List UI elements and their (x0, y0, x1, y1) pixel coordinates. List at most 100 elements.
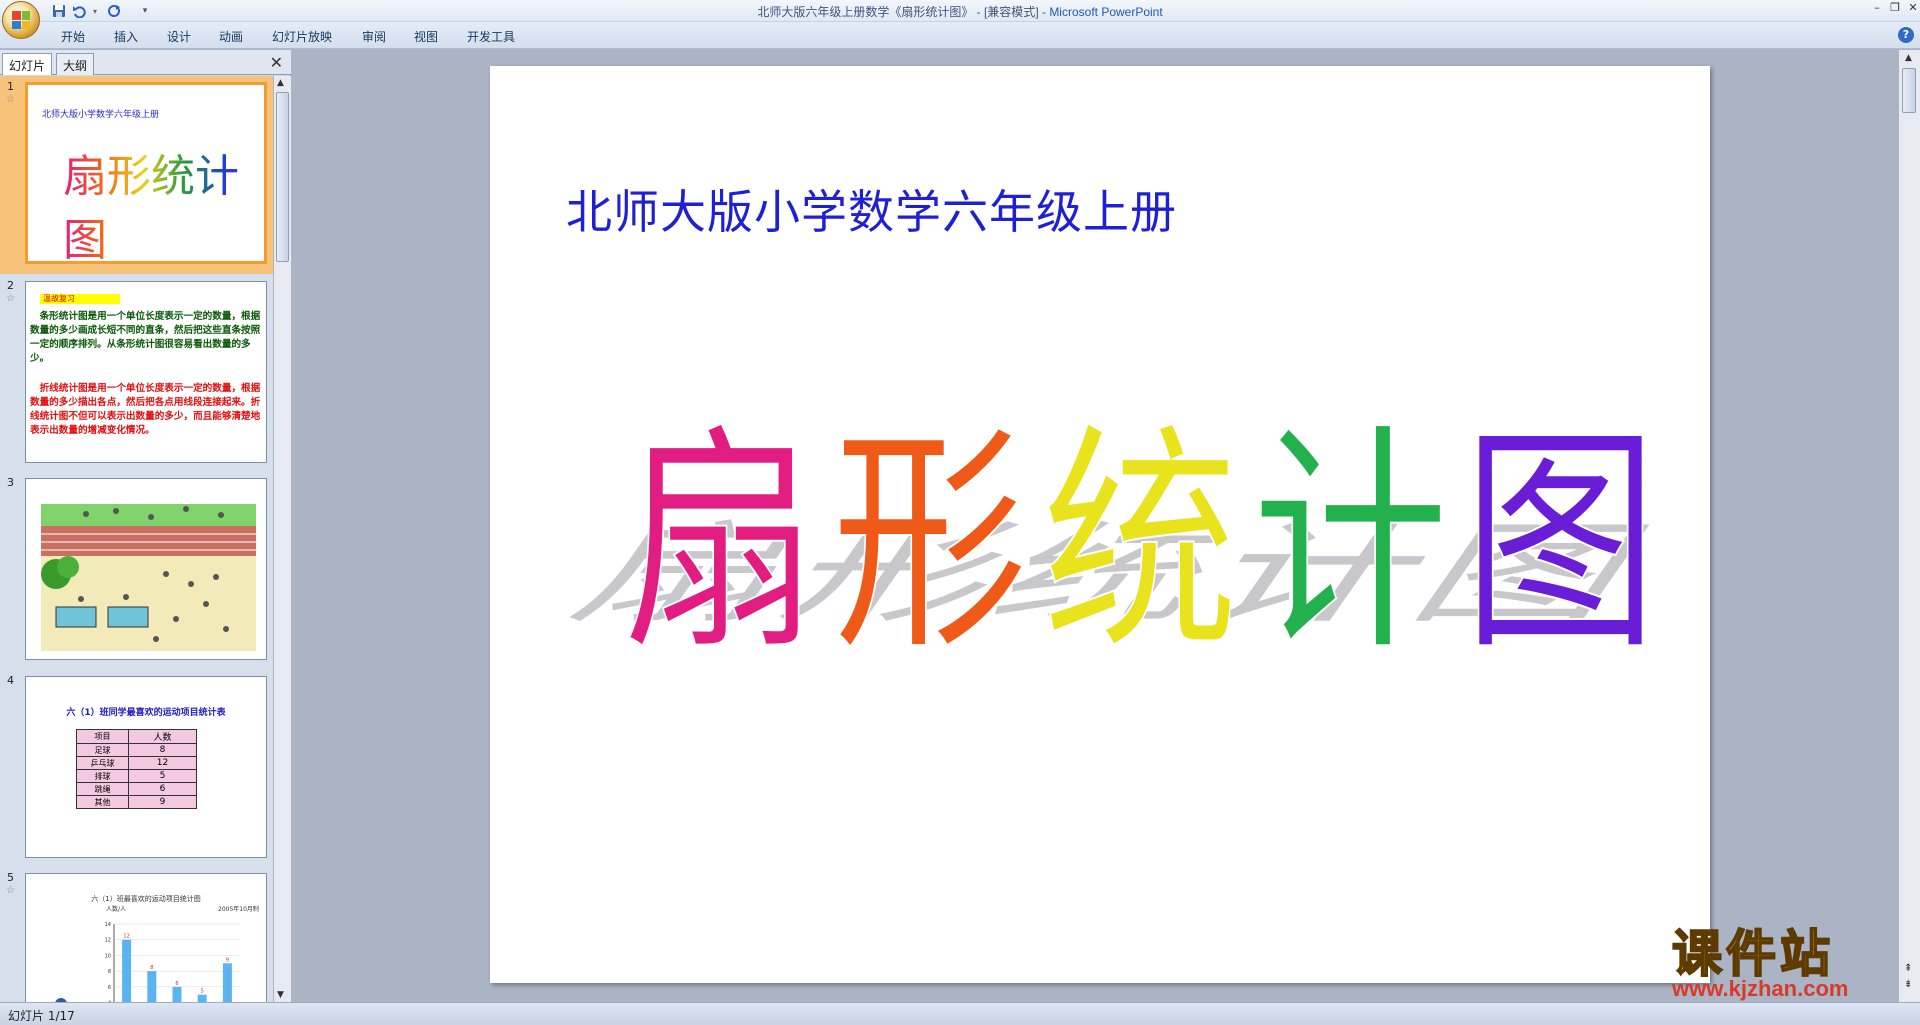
table-cell: 项目 (76, 729, 129, 744)
tab-review[interactable]: 审阅 (362, 28, 386, 45)
slide-editing-area: 北师大版小学数学六年级上册 扇形统计图 扇形统计图 (292, 50, 1898, 1002)
table-row: 排球 5 (76, 769, 197, 783)
chart-bar (197, 994, 207, 1002)
chart-ytick-label: 10 (105, 953, 111, 959)
window-title: 北师大版六年级上册数学《扇形统计图》 - [兼容模式] - Microsoft … (0, 3, 1920, 20)
status-bar: 幻灯片 1/17 (0, 1002, 1920, 1025)
bar-chart-paragraph: 条形统计图是用一个单位长度表示一定的数量，根据数量的多少画成长短不同的直条，然后… (30, 311, 261, 364)
thumbnail-scrollbar[interactable]: ▲ ▼ (273, 76, 291, 1002)
watermark-url: www.kjzhan.com (1672, 976, 1849, 1001)
slide-number: 2 (7, 279, 14, 292)
slide-thumbnail-1[interactable]: 北师大版小学数学六年级上册 扇形统计图 (25, 82, 267, 264)
wordart-char: 统 (1042, 403, 1239, 666)
scroll-up-icon[interactable]: ▲ (1905, 53, 1912, 63)
table-title: 六（1）班同学最喜欢的运动项目统计表 (66, 708, 226, 718)
slide-number: 1 (7, 80, 14, 93)
chart-data-label: 12 (123, 934, 129, 940)
wordart-characters: 扇形统计图 (621, 402, 1660, 666)
wordart-char: 扇 (622, 403, 819, 666)
table-cell: 8 (128, 743, 197, 757)
table-cell: 跳绳 (76, 782, 129, 796)
slide-thumbnail-4[interactable]: 六（1）班同学最喜欢的运动项目统计表 项目 人数 足球 8 乒乓球 12 排球 5 跳绳… (25, 676, 267, 858)
scroll-down-icon[interactable]: ▼ (277, 990, 284, 1000)
chart-bar (172, 986, 182, 1002)
help-icon[interactable]: ? (1898, 27, 1914, 43)
table-cell: 6 (128, 782, 197, 796)
slide-number: 3 (7, 476, 14, 489)
line-chart-paragraph: 折线统计图是用一个单位长度表示一定的数量，根据数量的多少描出各点，然后把各点用线… (30, 383, 261, 436)
scroll-thumb[interactable] (1902, 68, 1916, 113)
chart-ylabel: 人数/人 (106, 905, 126, 913)
chart-data-label: 8 (150, 965, 153, 971)
tab-developer[interactable]: 开发工具 (467, 28, 515, 45)
wordart-char: 形 (832, 403, 1029, 666)
office-button[interactable] (2, 1, 40, 39)
table-row: 项目 人数 (76, 729, 197, 744)
close-button[interactable]: ✕ (1902, 1, 1920, 17)
current-slide[interactable]: 北师大版小学数学六年级上册 扇形统计图 扇形统计图 (490, 66, 1710, 983)
table-row: 其他 9 (76, 795, 197, 809)
scroll-thumb[interactable] (276, 92, 289, 262)
tab-slideshow[interactable]: 幻灯片放映 (272, 28, 332, 45)
animation-star-icon: ☆ (6, 94, 15, 105)
tab-insert[interactable]: 插入 (114, 28, 138, 45)
slide-subtitle[interactable]: 北师大版小学数学六年级上册 (566, 176, 1177, 242)
scroll-up-icon[interactable]: ▲ (277, 78, 284, 88)
table-cell: 足球 (76, 743, 129, 757)
chart-data-label: 9 (226, 957, 229, 963)
sports-table: 项目 人数 足球 8 乒乓球 12 排球 5 跳绳 6 其他 9 (76, 729, 197, 809)
ribbon-tabs: 开始 插入 设计 动画 幻灯片放映 审阅 视图 开发工具 ? (0, 22, 1920, 49)
animation-star-icon: ☆ (6, 885, 15, 896)
slide-thumbnail-3[interactable] (25, 478, 267, 660)
office-logo-icon (12, 11, 30, 29)
app-name: Microsoft PowerPoint (1049, 5, 1163, 19)
table-row: 足球 8 (76, 743, 197, 757)
chart-ytick-label: 12 (105, 938, 111, 944)
next-slide-icon[interactable]: ⇟ (1904, 979, 1912, 990)
review-tag: 温故复习 (40, 294, 120, 304)
chart-date: 2005年10月制 (218, 905, 259, 913)
chart-ytick-label: 8 (108, 969, 111, 975)
sports-field-illustration (41, 504, 256, 651)
table-cell: 12 (128, 756, 197, 770)
slide-number: 4 (7, 674, 14, 687)
previous-slide-icon[interactable]: ⇞ (1904, 963, 1912, 974)
chart-data-label: 6 (175, 981, 178, 987)
slide-scrollbar[interactable]: ▲ ⇞ ⇟ (1898, 50, 1920, 1002)
table-cell: 5 (128, 769, 197, 783)
powerpoint-window: ▾ ▾ 北师大版六年级上册数学《扇形统计图》 - [兼容模式] - Micros… (0, 0, 1920, 1025)
table-cell: 其他 (76, 795, 129, 809)
tab-outline[interactable]: 大纲 (56, 53, 95, 75)
table-cell: 9 (128, 795, 197, 809)
chart-bar (222, 963, 232, 1002)
slides-panel: 幻灯片 大纲 ✕ 1 ☆ 北师大版小学数学六年级上册 扇形统计图 2 ☆ 温故复… (0, 50, 291, 1002)
table-cell: 人数 (128, 729, 197, 744)
tab-animations[interactable]: 动画 (219, 28, 243, 45)
thumbnail-subtitle: 北师大版小学数学六年级上册 (42, 110, 160, 120)
tab-design[interactable]: 设计 (167, 28, 191, 45)
chart-ytick-label: 14 (105, 922, 111, 928)
wordart-title[interactable]: 扇形统计图 扇形统计图 (570, 326, 1670, 666)
table-cell: 排球 (76, 769, 129, 783)
chart-ytick-label: 6 (108, 985, 111, 991)
thumbnail-title: 扇形统计图 (63, 140, 264, 261)
tab-view[interactable]: 视图 (414, 28, 438, 45)
animation-star-icon: ☆ (6, 293, 15, 304)
wordart-char: 图 (1462, 403, 1659, 666)
watermark-text: 课件站 (1671, 925, 1834, 983)
table-row: 跳绳 6 (76, 782, 197, 796)
tab-home[interactable]: 开始 (61, 28, 85, 45)
panel-tabs: 幻灯片 大纲 ✕ (0, 50, 291, 75)
slide-number: 5 (7, 871, 14, 884)
table-cell: 乒乓球 (76, 756, 129, 770)
slide-thumbnail-2[interactable]: 温故复习 条形统计图是用一个单位长度表示一定的数量，根据数量的多少画成长短不同的… (25, 281, 267, 463)
thumbnail-list: 1 ☆ 北师大版小学数学六年级上册 扇形统计图 2 ☆ 温故复习 条形统计图是用… (0, 76, 273, 1002)
close-panel-icon[interactable]: ✕ (270, 53, 283, 72)
chart-data-label: 5 (201, 989, 204, 995)
slide-counter: 幻灯片 1/17 (8, 1009, 75, 1023)
table-row: 乒乓球 12 (76, 756, 197, 770)
slide-thumbnail-5[interactable]: 六（1）班最喜欢的运动项目统计图 人数/人 2005年10月制 14 12 10 8 6… (25, 873, 267, 1002)
document-title: 北师大版六年级上册数学《扇形统计图》 - [兼容模式] - (757, 5, 1050, 19)
title-bar: ▾ ▾ 北师大版六年级上册数学《扇形统计图》 - [兼容模式] - Micros… (0, 0, 1920, 22)
tab-slides[interactable]: 幻灯片 (2, 53, 53, 75)
